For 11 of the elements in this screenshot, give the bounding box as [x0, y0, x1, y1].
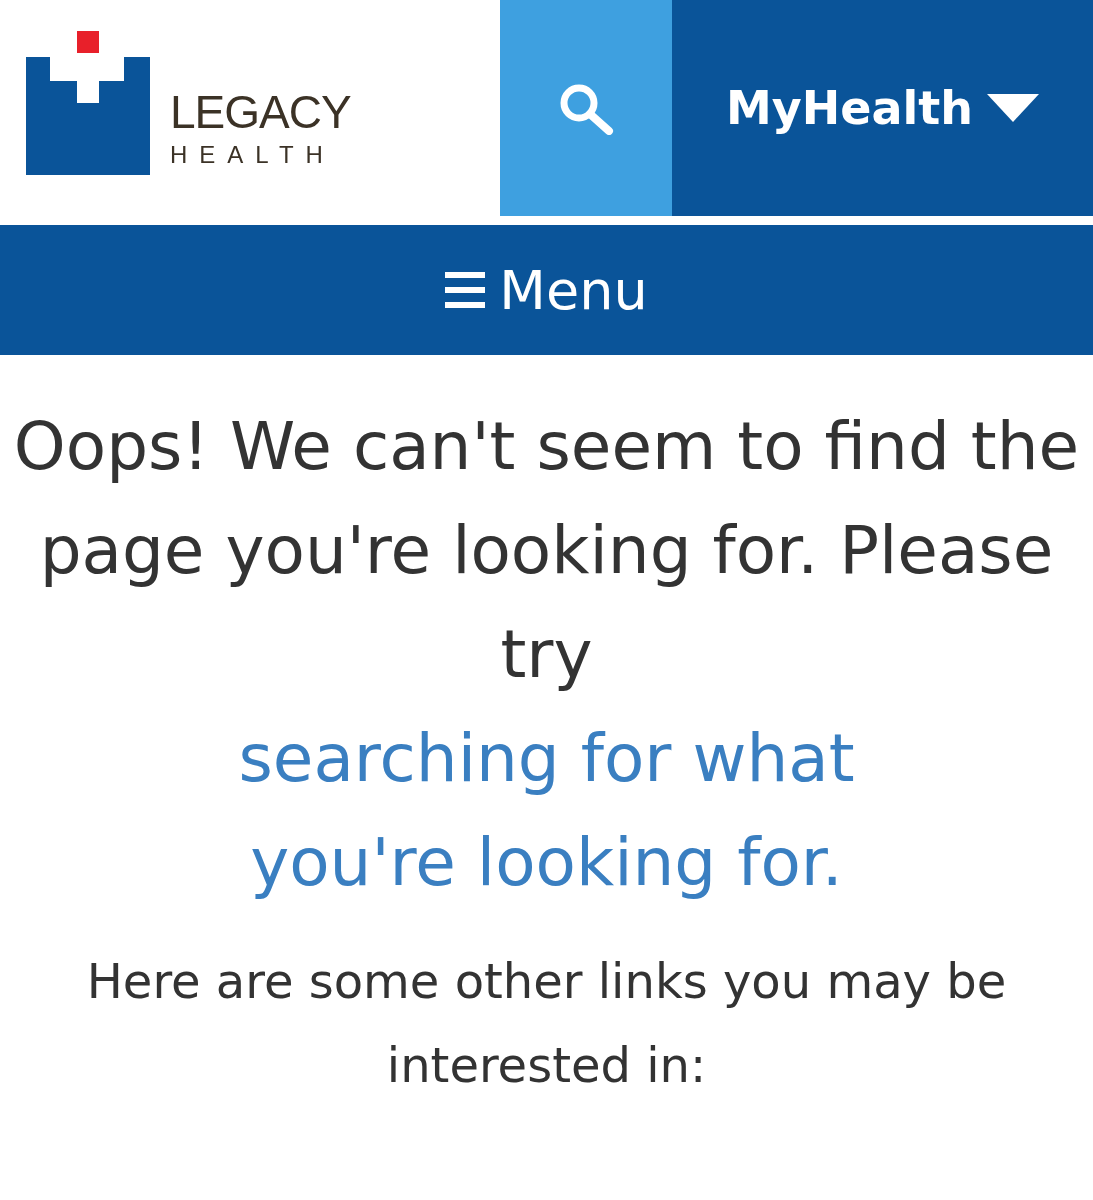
logo-subtitle: HEALTH: [170, 143, 336, 167]
error-message: Oops! We can't seem to find the page you're looking for. Please try searching for what you're looking for.: [0, 395, 1093, 915]
menu-icon: [445, 272, 486, 308]
search-button[interactable]: [500, 0, 672, 216]
search-link[interactable]: searching for what you're looking for.: [136, 707, 957, 915]
menu-button[interactable]: Menu: [0, 225, 1093, 355]
logo-icon: [26, 31, 150, 175]
logo-name: LEGACY: [170, 89, 351, 135]
myhealth-button[interactable]: MyHealth: [672, 0, 1093, 216]
links-intro: Here are some other links you may be interested in:: [85, 952, 1008, 1095]
caret-icon: [987, 94, 1039, 122]
